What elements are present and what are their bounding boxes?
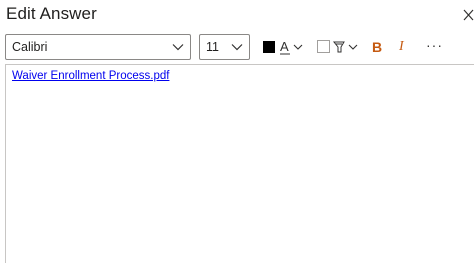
font-family-value: Calibri [12,40,48,54]
highlight-button[interactable] [332,37,362,57]
attachment-link[interactable]: Waiver Enrollment Process.pdf [12,70,169,82]
font-size-value: 11 [206,40,219,54]
font-color-swatch[interactable] [263,41,275,53]
font-color-icon: A [280,39,303,55]
more-options-button[interactable]: ··· [426,37,442,57]
answer-editor[interactable]: Waiver Enrollment Process.pdf [5,64,474,263]
chevron-down-icon [231,44,243,51]
dialog-title: Edit Answer [6,4,97,23]
chevron-down-icon [172,44,184,51]
highlighter-icon [332,41,358,53]
font-size-dropdown[interactable]: 11 [199,34,250,60]
font-color-button[interactable]: A [279,37,305,57]
font-color-letter: A [280,39,289,54]
italic-button[interactable]: I [399,37,411,57]
edit-answer-dialog: Edit Answer Calibri 11 A B I ··· Waiver … [0,0,474,263]
formatting-toolbar: Calibri 11 A B I ··· [0,34,474,62]
font-family-dropdown[interactable]: Calibri [5,34,191,60]
highlight-color-swatch[interactable] [317,40,330,53]
bold-button[interactable]: B [372,37,386,57]
close-icon[interactable] [463,6,474,24]
